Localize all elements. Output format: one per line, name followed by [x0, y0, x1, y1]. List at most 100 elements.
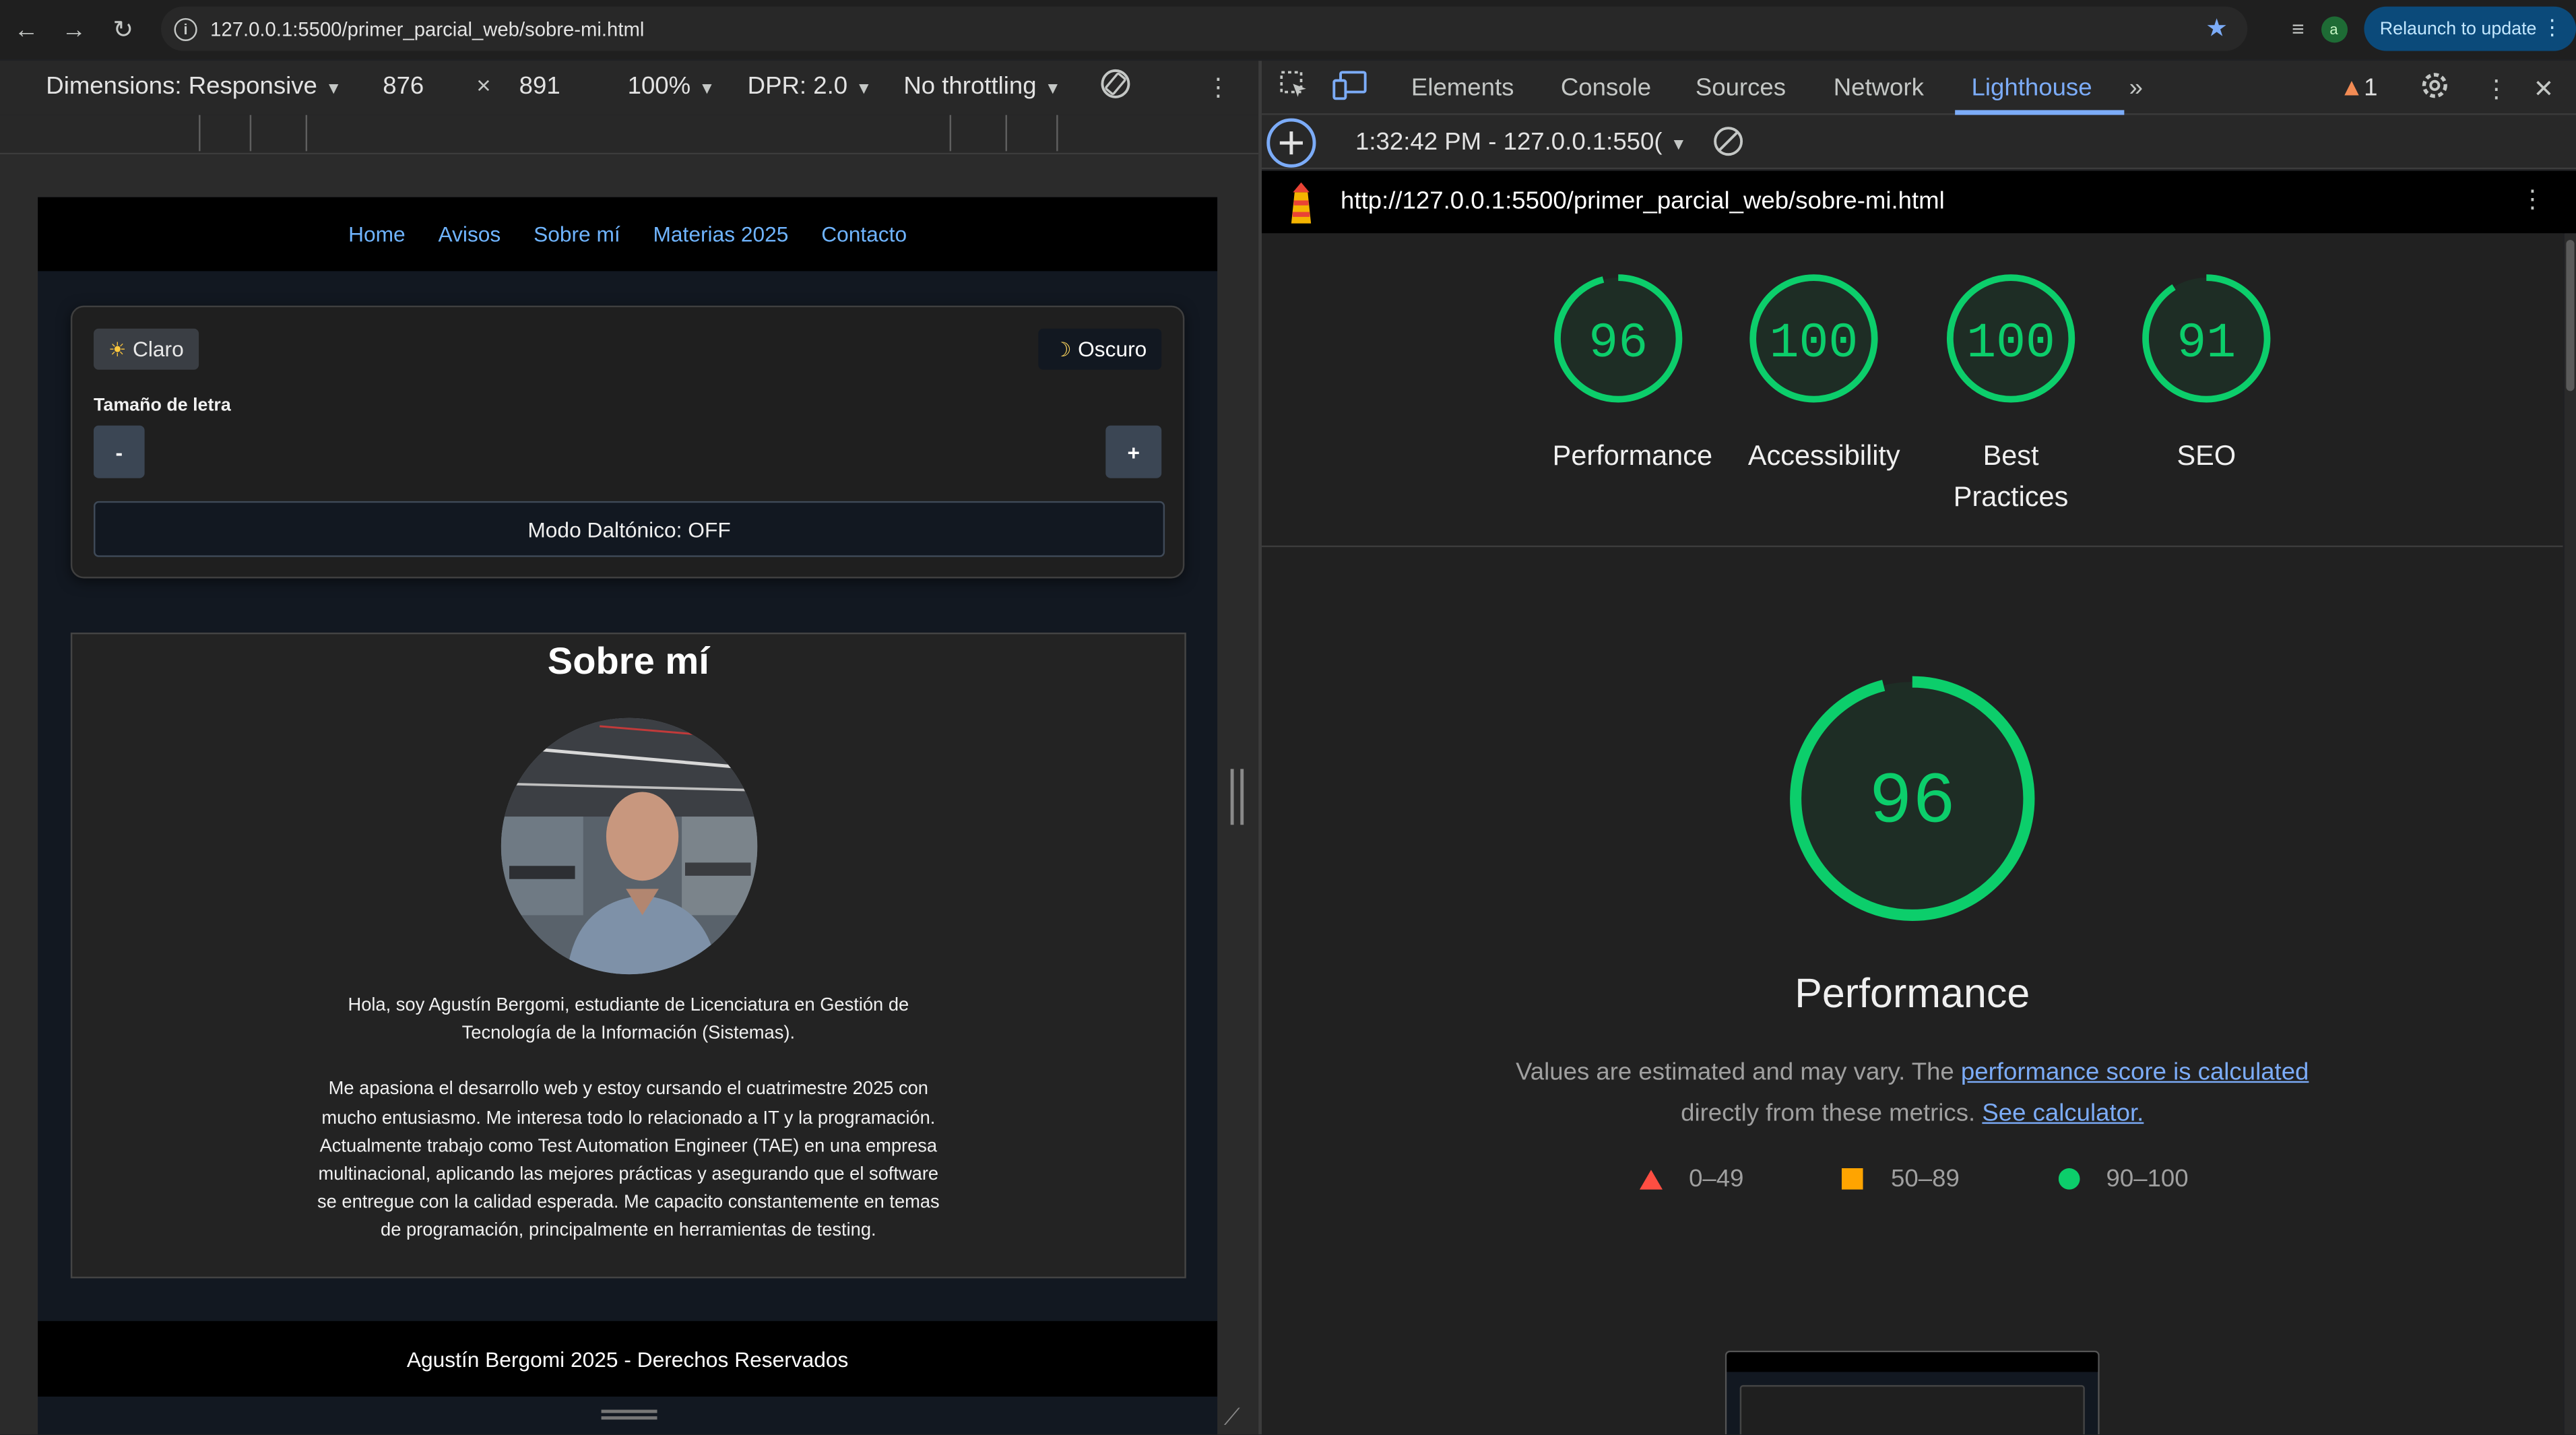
devtools-tabbar: Elements Console Sources Network Lightho… — [1261, 61, 2576, 115]
rotate-icon[interactable] — [1097, 66, 1134, 108]
bookmark-star-icon[interactable]: ★ — [2205, 13, 2228, 42]
reload-icon[interactable]: ↻ — [100, 7, 146, 53]
devtools-menu-icon[interactable]: ⋮ — [2484, 74, 2509, 103]
moon-icon: ☽ — [1054, 338, 1072, 361]
tab-elements[interactable]: Elements — [1411, 74, 1514, 102]
gauge-best-practices[interactable]: 100 Best Practices — [1943, 273, 2078, 517]
profile-photo — [500, 718, 757, 975]
resize-handle-bottom[interactable] — [601, 1409, 657, 1420]
dark-theme-button[interactable]: ☽ Oscuro — [1039, 328, 1162, 370]
address-url: 127.0.0.1:5500/primer_parcial_web/sobre-… — [210, 17, 645, 40]
relaunch-button[interactable]: Relaunch to update ⋮ — [2363, 6, 2576, 51]
gauge-performance[interactable]: 96 Performance — [1552, 273, 1713, 476]
about-section: Sobre mí Hola, soy Agustín Bergomi, estu… — [70, 632, 1186, 1279]
warning-icon: ▲ — [2339, 73, 2364, 102]
close-devtools-icon[interactable]: ✕ — [2534, 74, 2554, 103]
nav-link-sobre-mi[interactable]: Sobre mí — [534, 222, 620, 247]
warning-count: 1 — [2364, 73, 2378, 102]
lighthouse-toolbar: 1:32:42 PM - 127.0.0.1:550( ▼ — [1261, 115, 2576, 170]
gauge-label: Performance — [1552, 440, 1713, 472]
increase-font-button[interactable]: + — [1105, 425, 1162, 478]
gauge-ring: 100 — [1749, 274, 1878, 403]
scrollbar-thumb[interactable] — [2566, 240, 2575, 391]
address-bar[interactable]: i 127.0.0.1:5500/primer_parcial_web/sobr… — [161, 6, 2248, 51]
gauge-score: 96 — [1588, 315, 1648, 371]
chevron-down-icon: ▼ — [1670, 136, 1687, 155]
score-calculated-link[interactable]: performance score is calculated — [1961, 1058, 2309, 1086]
report-selector[interactable]: 1:32:42 PM - 127.0.0.1:550( ▼ — [1355, 128, 1687, 156]
gauge-ring: 96 — [1554, 274, 1683, 403]
see-calculator-link[interactable]: See calculator. — [1982, 1099, 2144, 1127]
back-icon[interactable]: ← — [3, 7, 49, 53]
zoom-dropdown[interactable]: 100% ▼ — [628, 72, 715, 100]
gauge-accessibility[interactable]: 100 Accessibility — [1747, 273, 1900, 476]
dimensions-dropdown[interactable]: Dimensions: Responsive ▼ — [46, 72, 342, 100]
section-divider — [1261, 545, 2563, 548]
site-info-icon[interactable]: i — [174, 17, 197, 40]
forward-icon[interactable]: → — [51, 7, 97, 53]
nav-link-materias[interactable]: Materias 2025 — [653, 222, 788, 247]
tab-lighthouse[interactable]: Lighthouse — [1972, 74, 2092, 102]
performance-gauge-large: 96 — [1787, 674, 2037, 932]
performance-score: 96 — [1869, 762, 1956, 843]
viewport-resize-handle[interactable] — [1230, 769, 1244, 825]
intro-paragraph: Hola, soy Agustín Bergomi, estudiante de… — [348, 995, 909, 1044]
settings-gear-icon[interactable] — [2418, 69, 2451, 108]
gauge-label: Accessibility — [1747, 440, 1900, 472]
thumbnail-nav — [1727, 1352, 2098, 1372]
gauge-score: 100 — [1770, 315, 1859, 371]
reading-list-icon[interactable]: ≡ — [2292, 16, 2305, 41]
browser-menu-icon[interactable]: ⋮ — [2542, 15, 2563, 41]
inspect-element-icon[interactable] — [1278, 69, 1311, 108]
gauge-seo[interactable]: 91 SEO — [2141, 273, 2272, 476]
page-screenshot-thumbnail[interactable] — [1725, 1350, 2100, 1435]
legend-average-range: 50–89 — [1891, 1165, 1960, 1193]
device-mode-icon[interactable] — [1332, 69, 1369, 108]
circle-icon — [2058, 1168, 2080, 1190]
height-input[interactable]: 891 — [519, 72, 560, 100]
profile-avatar[interactable]: a — [2320, 15, 2348, 42]
throttling-dropdown[interactable]: No throttling ▼ — [903, 72, 1061, 100]
tab-console[interactable]: Console — [1561, 74, 1651, 102]
nav-link-avisos[interactable]: Avisos — [438, 222, 501, 247]
dpr-dropdown[interactable]: DPR: 2.0 ▼ — [748, 72, 872, 100]
gauge-label: Best Practices — [1953, 440, 2069, 513]
tab-sources[interactable]: Sources — [1696, 74, 1786, 102]
more-options-icon[interactable]: ⋮ — [1206, 72, 1231, 102]
new-report-icon[interactable] — [1265, 117, 1318, 176]
decrease-font-button[interactable]: - — [94, 425, 145, 478]
report-url-bar: http://127.0.0.1:5500/primer_parcial_web… — [1261, 170, 2576, 234]
relaunch-label: Relaunch to update — [2379, 19, 2537, 39]
legend-pass: 90–100 — [2058, 1165, 2189, 1193]
dimensions-label: Dimensions: Responsive — [46, 72, 317, 100]
tab-network[interactable]: Network — [1834, 74, 1924, 102]
width-input[interactable]: 876 — [383, 72, 424, 100]
site-footer: Agustín Bergomi 2025 - Derechos Reservad… — [38, 1320, 1218, 1397]
clear-reports-icon[interactable] — [1712, 125, 1745, 164]
throttling-label: No throttling — [903, 72, 1037, 100]
square-icon — [1841, 1168, 1863, 1190]
warnings-counter[interactable]: ▲1 — [2340, 74, 2378, 102]
report-menu-icon[interactable]: ⋮ — [2520, 184, 2545, 214]
gauge-ring: 91 — [2142, 274, 2271, 403]
chevron-down-icon: ▼ — [699, 80, 715, 99]
media-query-ruler[interactable] — [0, 115, 1259, 155]
triangle-icon — [1639, 1169, 1663, 1189]
resize-handle-corner[interactable]: ⟋ — [1224, 1403, 1240, 1431]
more-tabs-icon[interactable]: » — [2129, 74, 2143, 102]
performance-description: Values are estimated and may vary. The p… — [1479, 1052, 2346, 1134]
nav-link-home[interactable]: Home — [348, 222, 406, 247]
report-url[interactable]: http://127.0.0.1:5500/primer_parcial_web… — [1341, 187, 1945, 215]
nav-link-contacto[interactable]: Contacto — [821, 222, 907, 247]
accessibility-controls: ☀ Claro ☽ Oscuro Tamaño de letra - + Mod… — [70, 305, 1185, 579]
sun-icon: ☀ — [108, 338, 127, 361]
report-time: 1:32:42 PM - 127.0.0.1:550( — [1355, 128, 1663, 156]
light-theme-button[interactable]: ☀ Claro — [94, 328, 199, 370]
performance-heading: Performance — [1795, 971, 2030, 1017]
gauge-ring: 96 — [1790, 676, 2035, 921]
legend-pass-range: 90–100 — [2106, 1165, 2189, 1193]
device-toolbar: Dimensions: Responsive ▼ 876 × 891 100% ▼ … — [0, 61, 1259, 115]
colorblind-mode-button[interactable]: Modo Daltónico: OFF — [94, 501, 1165, 557]
report-scrollbar[interactable] — [2564, 233, 2576, 1435]
dpr-label: DPR: 2.0 — [747, 72, 848, 100]
